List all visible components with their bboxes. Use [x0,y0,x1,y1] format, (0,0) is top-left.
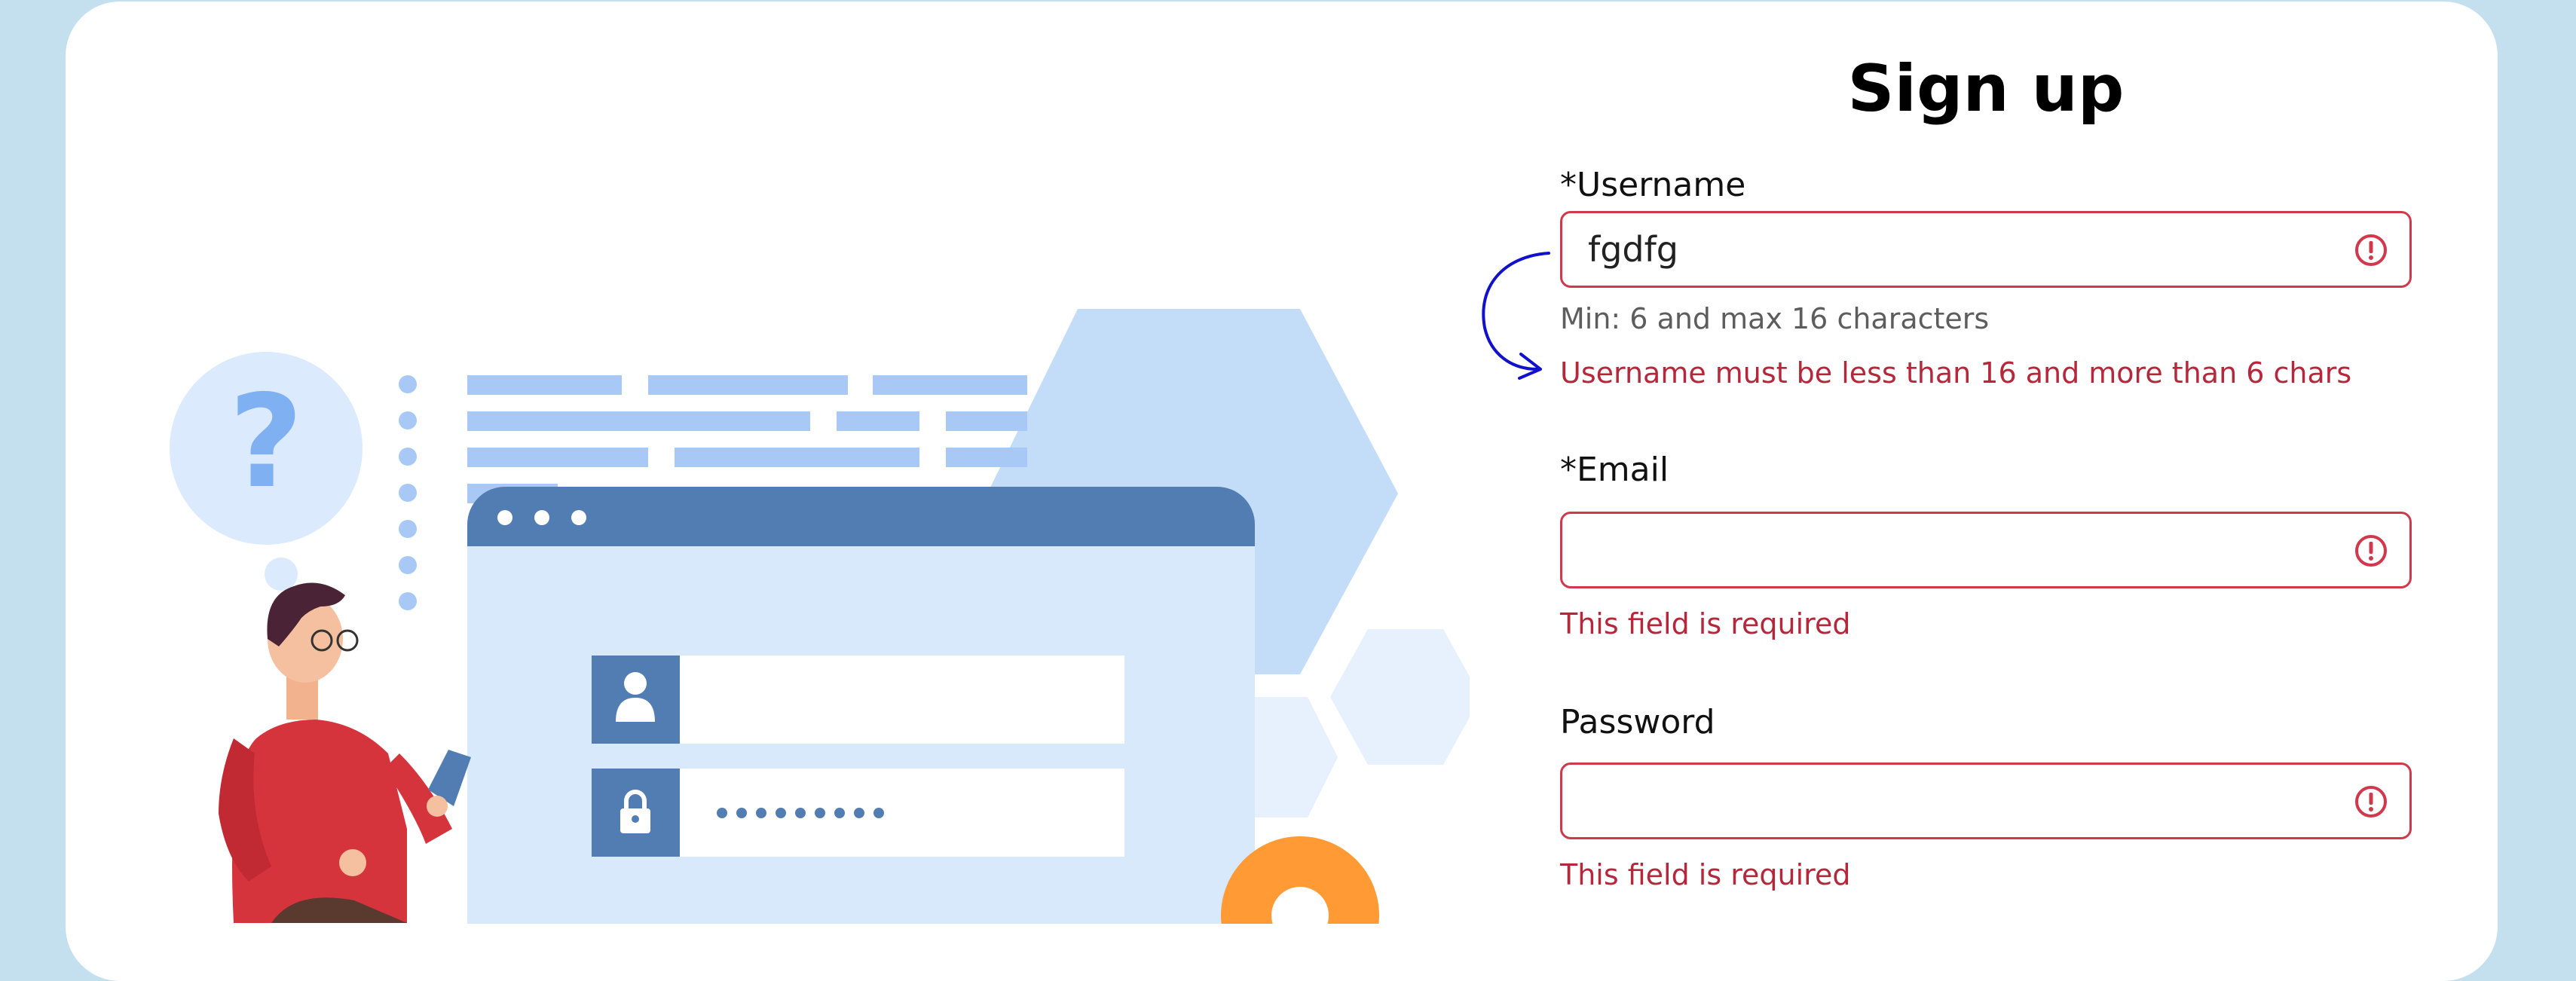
signup-illustration: ? [170,309,1470,924]
email-label: *Email [1560,451,1669,489]
page-title: Sign up [1847,51,2125,127]
password-error-message: This field is required [1560,858,1851,891]
username-help-text: Min: 6 and max 16 characters [1560,302,1990,335]
text-lines [467,375,1027,503]
password-input[interactable] [1560,762,2412,839]
exclamation-circle-icon [2355,535,2387,567]
exclamation-circle-icon [2355,786,2387,818]
hexagon-small [1330,629,1470,765]
password-label: Password [1560,703,1715,741]
username-input[interactable]: fgdfg [1560,211,2412,288]
question-mark-icon: ? [229,368,304,517]
username-label: *Username [1560,166,1746,204]
email-input[interactable] [1560,512,2412,588]
username-input-value: fgdfg [1588,229,1678,270]
username-error-message: Username must be less than 16 and more t… [1560,356,2352,390]
email-error-message: This field is required [1560,607,1851,640]
password-dots [717,808,884,818]
exclamation-circle-icon [2355,234,2387,266]
dots-column [399,375,417,610]
person-figure [219,582,471,923]
annotation-arrow [1482,252,1550,380]
